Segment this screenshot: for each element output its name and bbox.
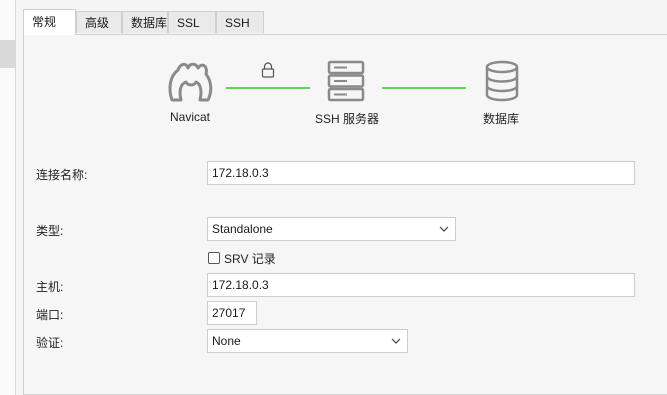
database-label: 数据库: [483, 112, 520, 126]
type-select-value: Standalone: [212, 222, 273, 236]
host-input[interactable]: 172.18.0.3: [207, 273, 635, 297]
connection-line-left: [226, 87, 310, 89]
authentication-label: 验证:: [36, 336, 64, 350]
type-label: 类型:: [36, 224, 64, 238]
tab-database[interactable]: 数据库: [122, 11, 168, 33]
side-panel-strip: [0, 0, 16, 395]
tab-bar: 常规 高级 数据库 SSL SSH: [23, 0, 667, 35]
tab-advanced[interactable]: 高级: [76, 11, 122, 33]
connection-line-right: [382, 87, 466, 89]
host-label: 主机:: [36, 280, 64, 294]
server-icon: [327, 60, 365, 102]
tab-ssl[interactable]: SSL: [168, 11, 216, 33]
lock-icon: [261, 62, 275, 78]
database-icon: [485, 60, 519, 102]
type-select[interactable]: Standalone: [207, 217, 456, 241]
connection-name-input[interactable]: 172.18.0.3: [207, 161, 635, 185]
navicat-logo-icon: [168, 62, 213, 102]
tab-general[interactable]: 常规: [23, 9, 76, 35]
authentication-select-value: None: [212, 334, 241, 348]
srv-record-checkbox[interactable]: [208, 252, 220, 264]
authentication-select[interactable]: None: [207, 329, 408, 353]
port-label: 端口:: [36, 308, 64, 322]
chevron-down-icon: [439, 226, 449, 232]
ssh-server-label: SSH 服务器: [315, 112, 380, 126]
side-panel-selected-item[interactable]: [0, 40, 15, 68]
client-label: Navicat: [170, 110, 211, 124]
connection-name-label: 连接名称:: [36, 168, 88, 182]
port-input[interactable]: 27017: [207, 301, 257, 325]
tab-ssh[interactable]: SSH: [216, 11, 264, 33]
srv-record-label: SRV 记录: [224, 252, 276, 266]
chevron-down-icon: [391, 338, 401, 344]
